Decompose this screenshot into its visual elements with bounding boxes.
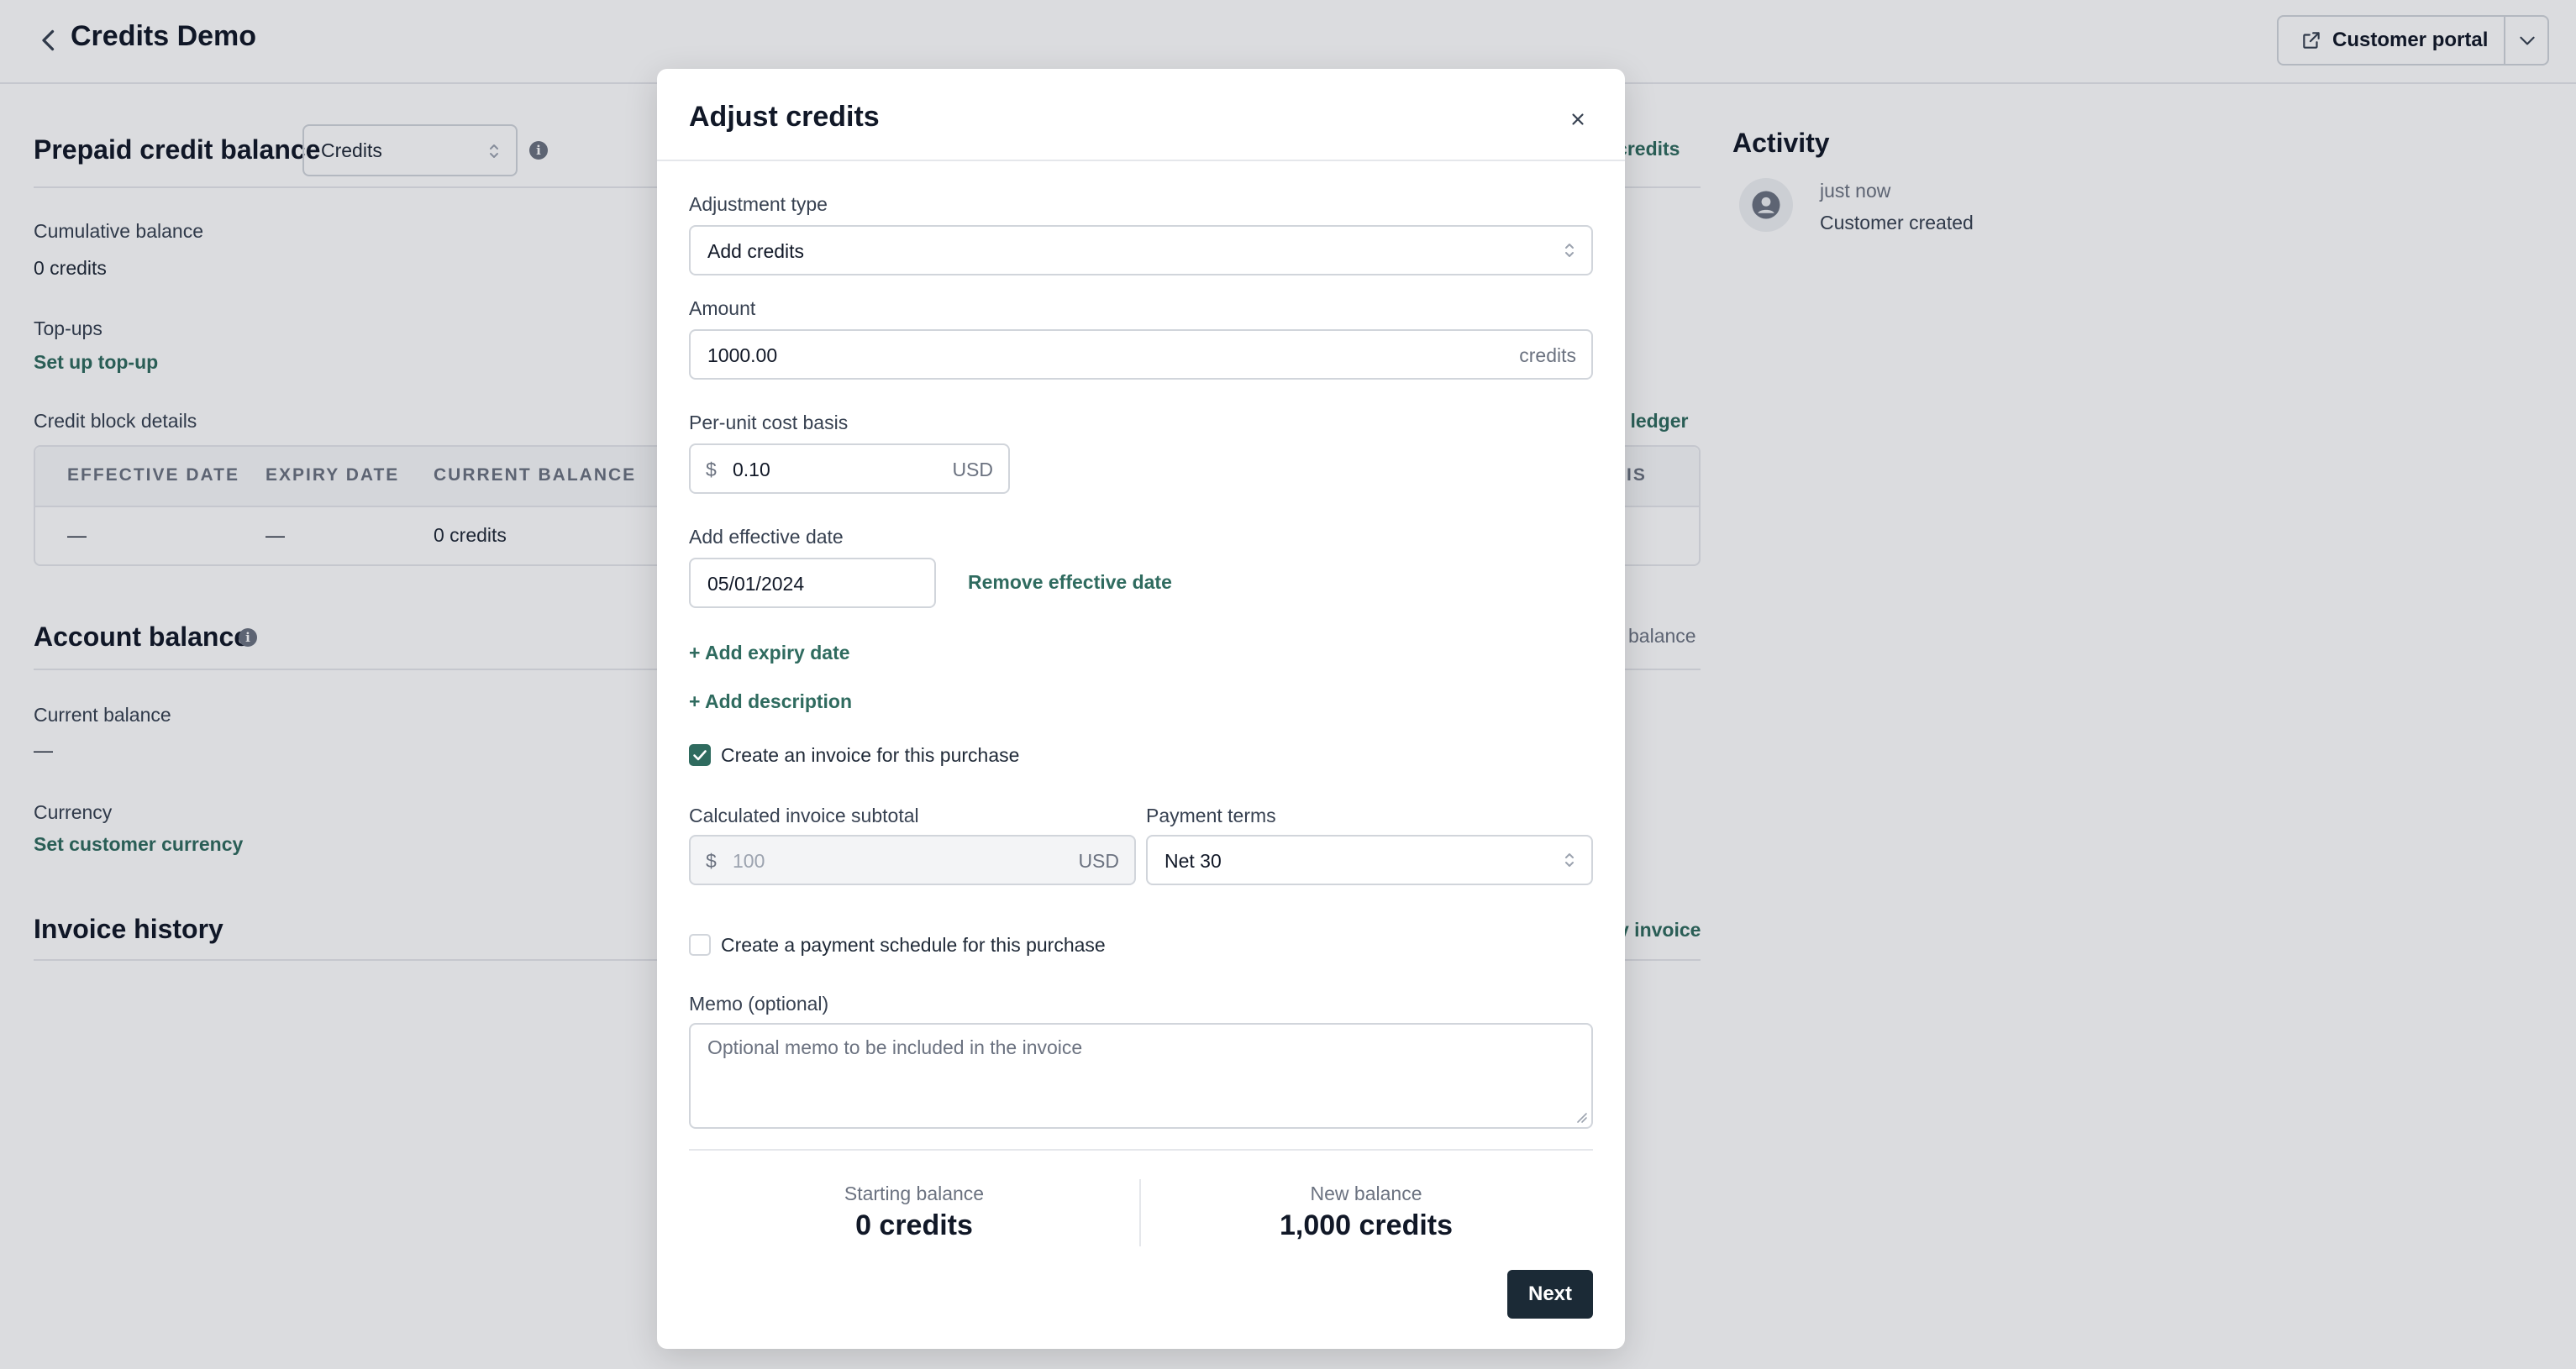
- memo-label: Memo (optional): [689, 993, 829, 1015]
- adjustment-type-label: Adjustment type: [689, 193, 828, 215]
- amount-label: Amount: [689, 297, 756, 319]
- currency-suffix: USD: [952, 459, 993, 480]
- effective-date-value: 05/01/2024: [707, 573, 805, 595]
- currency-prefix: $: [706, 850, 717, 872]
- resize-handle-icon[interactable]: [1575, 1110, 1588, 1124]
- payment-terms-select[interactable]: Net 30: [1146, 835, 1593, 885]
- select-arrows-icon: [1565, 244, 1574, 257]
- payment-schedule-label: Create a payment schedule for this purch…: [721, 934, 1106, 956]
- subtotal-input: $ 100 USD: [689, 835, 1136, 885]
- cost-basis-label: Per-unit cost basis: [689, 412, 849, 433]
- modal-title: Adjust credits: [689, 101, 880, 133]
- adjust-credits-modal: Adjust credits Adjustment type Add credi…: [657, 69, 1625, 1349]
- divider: [657, 160, 1625, 161]
- cost-basis-value: 0.10: [733, 459, 770, 480]
- subtotal-value: 100: [733, 850, 765, 872]
- create-invoice-label: Create an invoice for this purchase: [721, 744, 1020, 766]
- starting-balance-value: 0 credits: [855, 1209, 973, 1241]
- amount-value: 1000.00: [707, 344, 778, 366]
- divider: [1139, 1179, 1141, 1246]
- adjustment-type-select[interactable]: Add credits: [689, 225, 1593, 275]
- amount-input[interactable]: 1000.00 credits: [689, 329, 1593, 380]
- add-description-link[interactable]: + Add description: [689, 690, 852, 713]
- create-invoice-checkbox[interactable]: [689, 744, 711, 766]
- payment-terms-value: Net 30: [1164, 850, 1222, 872]
- amount-unit: credits: [1519, 344, 1576, 366]
- add-expiry-date-link[interactable]: + Add expiry date: [689, 642, 850, 664]
- next-button[interactable]: Next: [1507, 1270, 1593, 1319]
- select-arrows-icon: [1565, 853, 1574, 867]
- currency-prefix: $: [706, 459, 717, 480]
- payment-terms-label: Payment terms: [1146, 805, 1276, 826]
- close-icon: [1572, 113, 1584, 125]
- subtotal-label: Calculated invoice subtotal: [689, 805, 919, 826]
- payment-schedule-checkbox[interactable]: [689, 934, 711, 956]
- remove-effective-date-link[interactable]: Remove effective date: [968, 571, 1172, 594]
- currency-suffix: USD: [1078, 850, 1119, 872]
- cost-basis-input[interactable]: $ 0.10 USD: [689, 443, 1010, 494]
- adjustment-type-value: Add credits: [707, 240, 805, 262]
- effective-date-label: Add effective date: [689, 526, 844, 548]
- memo-textarea[interactable]: Optional memo to be included in the invo…: [689, 1023, 1593, 1129]
- divider: [689, 1149, 1593, 1151]
- effective-date-input[interactable]: 05/01/2024: [689, 558, 936, 608]
- close-button[interactable]: [1561, 102, 1595, 136]
- check-icon: [693, 750, 707, 761]
- new-balance-label: New balance: [1310, 1183, 1422, 1204]
- new-balance-value: 1,000 credits: [1279, 1209, 1454, 1241]
- memo-placeholder: Optional memo to be included in the invo…: [707, 1036, 1083, 1058]
- starting-balance-label: Starting balance: [844, 1183, 985, 1204]
